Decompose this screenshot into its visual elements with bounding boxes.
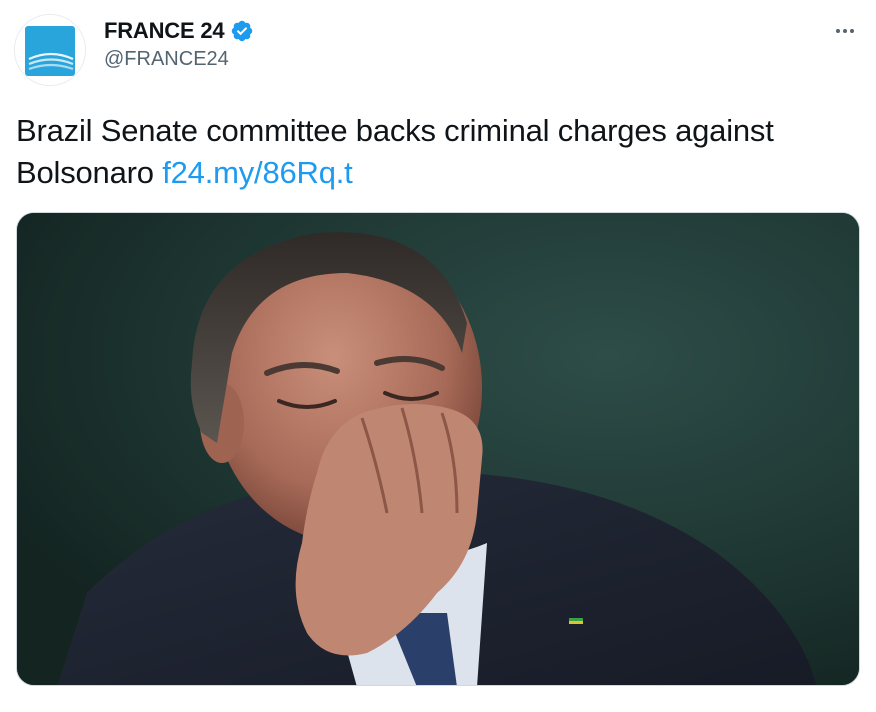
tweet-body: Brazil Senate committee backs criminal c… (16, 113, 774, 190)
display-name-row[interactable]: FRANCE 24 (104, 16, 254, 46)
tweet-text: Brazil Senate committee backs criminal c… (16, 110, 856, 194)
tweet-card[interactable]: FRANCE 24 @FRANCE24 Brazil Senate commit… (0, 0, 876, 712)
display-name[interactable]: FRANCE 24 (104, 18, 225, 44)
france24-logo (15, 15, 85, 85)
more-options-icon[interactable] (830, 16, 860, 46)
avatar[interactable] (14, 14, 86, 86)
tweet-link[interactable]: f24.my/86Rq.t (162, 155, 353, 190)
account-handle[interactable]: @FRANCE24 (104, 48, 229, 71)
verified-badge-icon (230, 19, 254, 43)
news-photo (17, 213, 859, 685)
tweet-media-image[interactable] (16, 212, 860, 686)
